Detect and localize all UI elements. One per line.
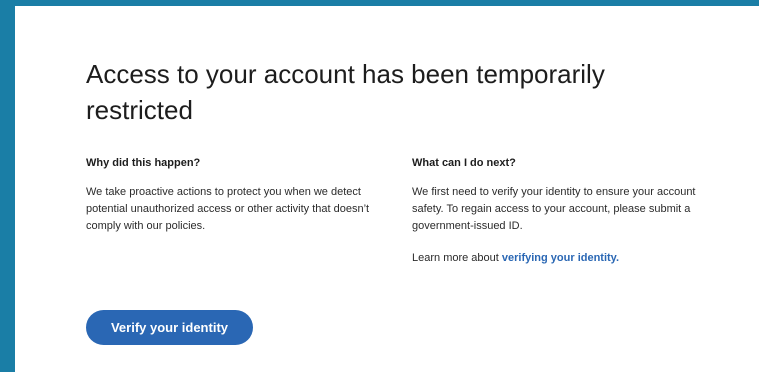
why-heading: Why did this happen?: [86, 157, 201, 169]
next-steps-section: What can I do next? We first need to ver…: [412, 156, 712, 267]
next-steps-text: We first need to verify your identity to…: [412, 186, 696, 232]
page-title: Access to your account has been temporar…: [86, 59, 605, 125]
next-steps-heading: What can I do next?: [412, 157, 516, 169]
verify-identity-button[interactable]: Verify your identity: [86, 310, 253, 345]
learn-more-prefix: Learn more about: [412, 252, 502, 264]
verifying-identity-link[interactable]: verifying your identity.: [502, 252, 619, 264]
why-text: We take proactive actions to protect you…: [86, 186, 370, 232]
restriction-card: Access to your account has been temporar…: [86, 56, 746, 345]
page-frame: Access to your account has been temporar…: [15, 6, 759, 372]
learn-more-text: Learn more about verifying your identity…: [412, 250, 712, 267]
why-section: Why did this happen? We take proactive a…: [86, 156, 386, 235]
